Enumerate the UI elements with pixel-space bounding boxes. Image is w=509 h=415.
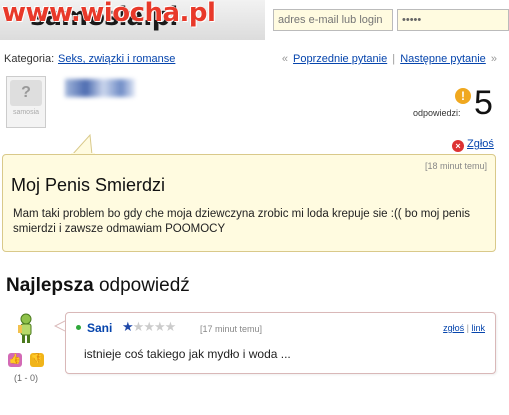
nav-left-arrow: « bbox=[281, 53, 288, 65]
question-body: Mam taki problem bo gdy che moja dziewcz… bbox=[13, 208, 471, 235]
answer-user-link[interactable]: Sani bbox=[87, 321, 112, 335]
report-answer-link[interactable]: zgłoś bbox=[443, 323, 464, 333]
email-login-input[interactable] bbox=[273, 9, 393, 31]
answer-time: [17 minut temu] bbox=[200, 324, 263, 334]
thumbs-up-icon[interactable]: 👍 bbox=[8, 353, 22, 367]
question-title: Moj Penis Smierdzi bbox=[11, 175, 166, 195]
answer-actions-separator: | bbox=[466, 323, 469, 333]
nav-separator: | bbox=[392, 53, 396, 65]
answer-link[interactable]: link bbox=[471, 323, 485, 333]
prev-question-link[interactable]: Poprzednie pytanie bbox=[293, 53, 387, 65]
vote-count: (1 - 0) bbox=[14, 373, 39, 383]
rating-stars: ★★★★★ bbox=[122, 319, 177, 335]
asker-name-blurred[interactable] bbox=[65, 79, 135, 97]
question-time: [18 minut temu] bbox=[424, 161, 487, 171]
close-icon: × bbox=[452, 140, 464, 152]
asker-avatar[interactable]: ? samosia bbox=[6, 76, 46, 128]
category-label: Kategoria: bbox=[4, 53, 55, 65]
answers-label: odpowiedzi: bbox=[413, 108, 461, 118]
category-link[interactable]: Seks, związki i romanse bbox=[58, 53, 175, 65]
category-bar: Kategoria: Seks, związki i romanse « Pop… bbox=[0, 50, 509, 68]
answer-text: istnieje coś takiego jak mydło i woda ..… bbox=[84, 347, 291, 361]
thumbs-down-icon[interactable]: 👎 bbox=[30, 353, 44, 367]
question-box: [18 minut temu] Moj Penis Smierdzi Mam t… bbox=[2, 154, 496, 252]
report-question-link[interactable]: × Zgłoś bbox=[452, 138, 494, 152]
star-icon: ★ bbox=[122, 319, 134, 334]
next-question-link[interactable]: Następne pytanie bbox=[400, 53, 486, 65]
question-nav: « Poprzednie pytanie | Następne pytanie … bbox=[282, 53, 497, 65]
best-answer-heading: Najlepsza odpowiedź bbox=[6, 275, 190, 297]
watermark: www.wiocha.pl bbox=[2, 0, 216, 28]
star-icon: ★ bbox=[153, 319, 166, 334]
online-status-icon bbox=[76, 325, 81, 330]
answers-count: 5 bbox=[474, 84, 493, 122]
header: samosia.pl www.wiocha.pl bbox=[0, 0, 509, 40]
best-heading-bold: Najlepsza bbox=[6, 275, 94, 296]
report-label[interactable]: Zgłoś bbox=[467, 138, 494, 150]
best-heading-rest: odpowiedź bbox=[98, 275, 190, 296]
question-mark-icon: ? bbox=[10, 80, 42, 106]
star-icon: ★ bbox=[132, 319, 145, 334]
avatar-logo-text: samosia bbox=[12, 109, 40, 116]
answer-box: Sani ★★★★★ [17 minut temu] zgłoś | link … bbox=[65, 312, 496, 374]
nav-right-arrow: » bbox=[490, 53, 497, 65]
answers-badge-icon: ! bbox=[455, 88, 471, 104]
password-input[interactable] bbox=[397, 9, 509, 31]
speech-bubble-tail bbox=[71, 133, 95, 155]
answer-actions: zgłoś | link bbox=[443, 323, 485, 333]
star-icon: ★ bbox=[143, 319, 155, 334]
star-icon: ★ bbox=[164, 319, 177, 334]
answerer-avatar[interactable] bbox=[14, 313, 38, 345]
